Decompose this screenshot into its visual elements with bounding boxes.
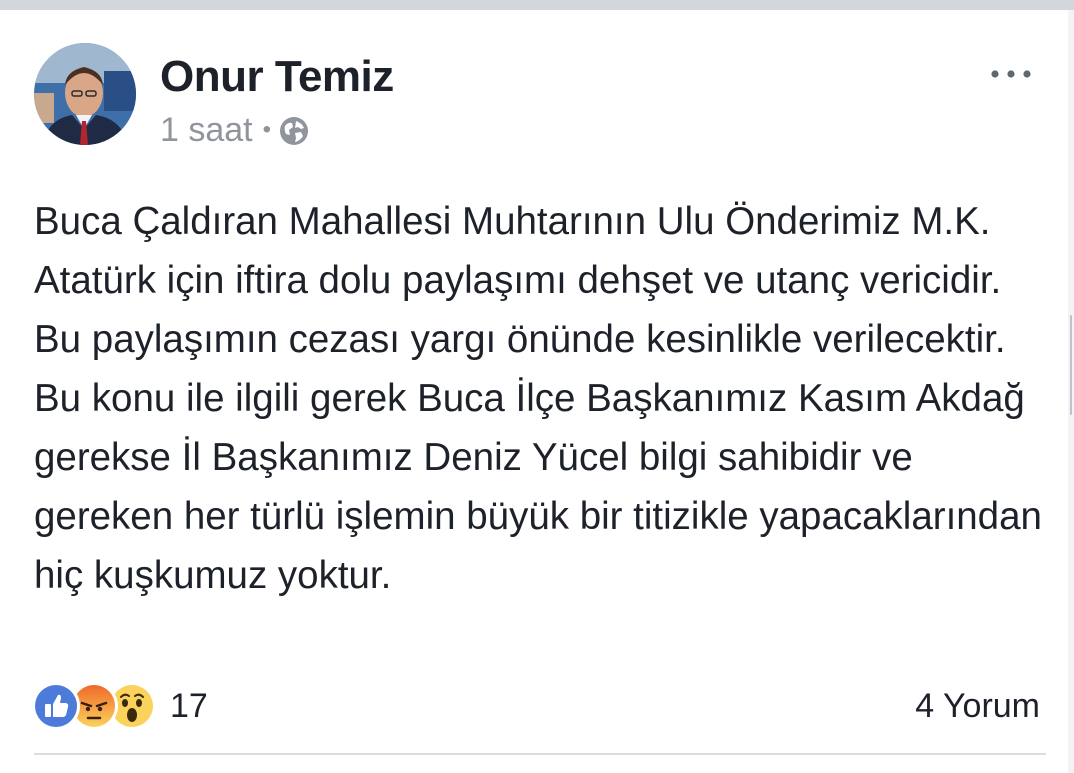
author-name[interactable]: Onur Temiz (160, 49, 394, 105)
comments-count-link[interactable]: 4 Yorum (915, 683, 1040, 729)
author-avatar[interactable] (34, 43, 136, 145)
meta-separator: • (262, 116, 272, 143)
reaction-count: 17 (170, 687, 208, 725)
post-paragraph: Bu konu ile ilgili gerek Buca İlçe Başka… (34, 377, 1042, 597)
globe-icon (279, 116, 309, 146)
post-card: Onur Temiz 1 saat • Buca Çaldıran Mahall… (0, 10, 1068, 773)
post-divider (34, 753, 1046, 755)
post-body: Buca Çaldıran Mahallesi Muhtarının Ulu Ö… (34, 192, 1044, 605)
feed-top-strip (0, 0, 1074, 10)
reaction-summary[interactable]: 17 (32, 682, 208, 730)
post-paragraph: Buca Çaldıran Mahallesi Muhtarının Ulu Ö… (34, 200, 1006, 361)
more-horizontal-icon (991, 70, 1031, 78)
avatar-photo (34, 43, 136, 145)
post-meta: 1 saat • (160, 108, 309, 152)
post-options-button[interactable] (984, 54, 1038, 94)
post-timestamp[interactable]: 1 saat (160, 111, 253, 150)
like-reaction-icon (32, 682, 80, 730)
scrollbar[interactable] (1068, 10, 1074, 773)
